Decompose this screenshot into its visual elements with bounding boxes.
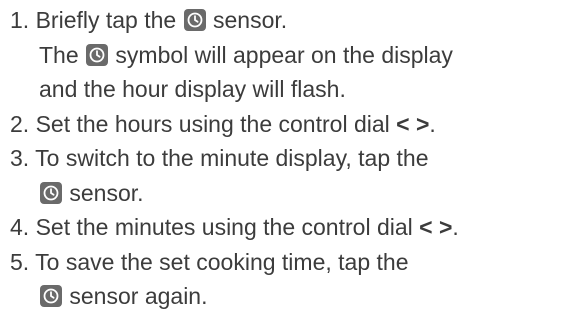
step-text: sensor. (206, 7, 288, 33)
step-number: 3. (10, 145, 30, 171)
control-dial-symbol: < > (396, 110, 430, 137)
step-text: Briefly tap the (29, 7, 183, 33)
step-1-line-2: The symbol will appear on the display (10, 38, 576, 73)
step-text-end: . (452, 214, 459, 240)
step-text: symbol will appear on the display (109, 41, 453, 68)
control-dial-symbol: < > (419, 214, 453, 240)
step-text: sensor. (63, 179, 144, 206)
clock-icon (183, 9, 206, 31)
step-text: Set the minutes using the control dial (29, 214, 420, 240)
step-5-line-2: sensor again. (10, 279, 576, 314)
step-text: and the hour display will flash. (39, 76, 346, 102)
step-text: sensor again. (63, 283, 208, 309)
step-number: 1. (10, 7, 30, 33)
clock-icon (40, 285, 62, 307)
step-2: 2. Set the hours using the control dial … (10, 107, 576, 142)
step-number: 2. (10, 110, 30, 137)
clock-icon (86, 43, 109, 66)
step-number: 4. (10, 214, 30, 240)
step-text-end: . (429, 110, 436, 137)
step-text: Set the hours using the control dial (29, 110, 397, 137)
step-4: 4. Set the minutes using the control dia… (10, 210, 576, 245)
step-3-line-1: 3. To switch to the minute display, tap … (10, 141, 576, 176)
clock-icon (40, 181, 62, 204)
step-1-line-1: 1. Briefly tap the sensor. (10, 3, 576, 38)
step-text: To save the set cooking time, tap the (29, 248, 409, 275)
instruction-list: 1. Briefly tap the sensor. The symbol wi… (10, 3, 576, 314)
step-5-line-1: 5. To save the set cooking time, tap the (10, 245, 576, 280)
step-3-line-2: sensor. (10, 176, 576, 211)
step-text: The (39, 41, 86, 68)
step-text: To switch to the minute display, tap the (29, 145, 429, 171)
step-1-line-3: and the hour display will flash. (10, 72, 576, 107)
step-number: 5. (10, 248, 30, 275)
